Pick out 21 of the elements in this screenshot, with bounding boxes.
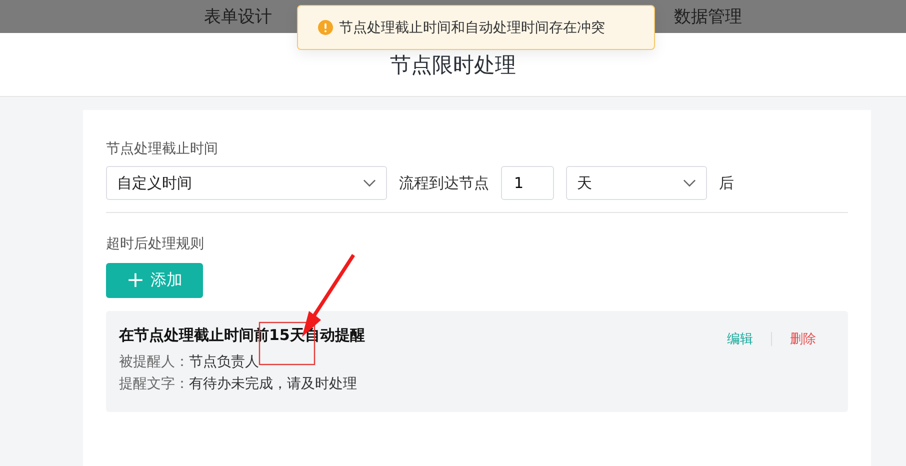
add-button[interactable]: + 添加 — [106, 263, 203, 298]
section-label: 节点处理截止时间 — [106, 140, 219, 158]
field-value: 节点负责人 — [189, 354, 259, 370]
field-label: 流程到达节点 — [399, 174, 489, 192]
suffix-label: 后 — [719, 174, 734, 192]
field-label: 提醒文字： — [119, 376, 189, 392]
warning-icon — [318, 20, 333, 35]
toast-message: 节点处理截止时间和自动处理时间存在冲突 — [339, 18, 605, 36]
unit-select[interactable]: 天 — [566, 166, 707, 200]
nav-item[interactable]: 数据管理 — [674, 5, 742, 28]
field-label: 被提醒人： — [119, 354, 189, 370]
chevron-down-icon — [683, 179, 696, 187]
amount-input[interactable]: 1 — [501, 166, 554, 200]
field-value: 有待办未完成，请及时处理 — [189, 376, 357, 392]
deadline-mode-select[interactable]: 自定义时间 — [106, 166, 387, 200]
page-title: 节点限时处理 — [390, 52, 516, 78]
delete-link[interactable]: 删除 — [790, 330, 816, 348]
nav-item[interactable]: 表单设计 — [204, 5, 272, 28]
edit-link[interactable]: 编辑 — [727, 330, 753, 348]
chevron-down-icon — [363, 179, 376, 187]
section-label: 超时后处理规则 — [106, 235, 205, 253]
